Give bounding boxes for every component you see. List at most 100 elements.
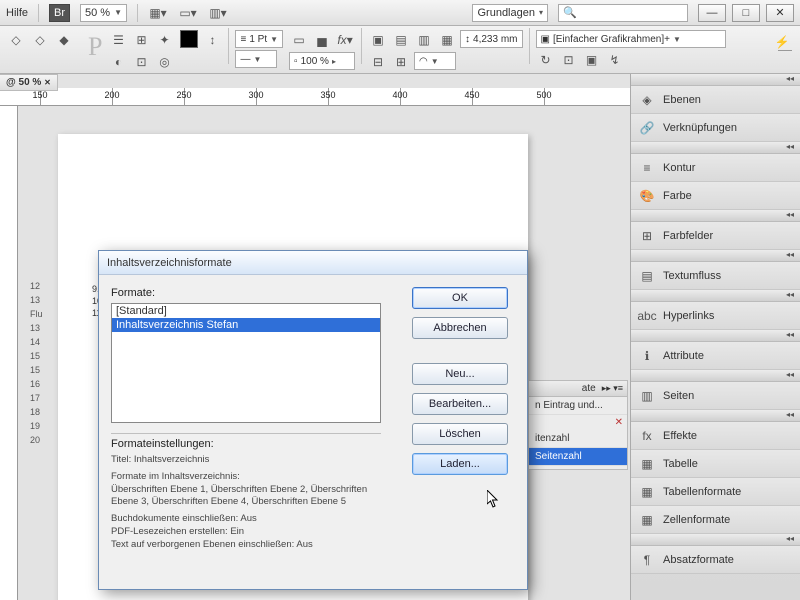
arrange-icon[interactable]: ▥▾ — [208, 3, 228, 23]
panel-row[interactable]: n Eintrag und... — [529, 397, 627, 415]
edit-button[interactable]: Bearbeiten... — [412, 393, 508, 415]
zoom-combo[interactable]: 50 %▼ — [80, 4, 127, 22]
anchor-icon[interactable]: ◇ — [6, 30, 26, 50]
panel-group-header[interactable]: ◂◂ — [631, 142, 800, 154]
bridge-button[interactable]: Br — [49, 4, 70, 22]
align-icon[interactable]: ⊟ — [368, 52, 388, 72]
load-button[interactable]: Laden... — [412, 453, 508, 475]
opacity-input[interactable]: ▫ 100 % ▸ — [289, 52, 355, 70]
panel-item[interactable]: ℹAttribute — [631, 342, 800, 370]
panel-icon: abc — [639, 309, 655, 323]
panel-group-header[interactable]: ◂◂ — [631, 410, 800, 422]
panels-dock: ◂◂ ◈Ebenen🔗Verknüpfungen◂◂≡Kontur🎨Farbe◂… — [630, 74, 800, 600]
tool-icon[interactable]: ▣ — [582, 50, 602, 70]
panel-item[interactable]: fxEffekte — [631, 422, 800, 450]
list-item-selected[interactable]: Inhaltsverzeichnis Stefan — [112, 318, 380, 332]
formats-listbox[interactable]: [Standard] Inhaltsverzeichnis Stefan — [111, 303, 381, 423]
quick-apply-icon[interactable]: ⚡ — [772, 32, 792, 52]
panel-menu-icon[interactable]: ▸▸ ▾≡ — [602, 383, 623, 394]
panel-icon: ▦ — [639, 513, 655, 527]
stroke-style[interactable]: — ▼ — [235, 50, 277, 68]
separator — [361, 28, 362, 64]
stroke-weight-input[interactable]: ≡ 1 Pt▼ — [235, 30, 283, 48]
tool-icon[interactable]: ▅ — [312, 30, 332, 50]
list-item[interactable]: [Standard] — [112, 304, 380, 318]
view-options-icon[interactable]: ▦▾ — [148, 3, 168, 23]
close-button[interactable]: ✕ — [766, 4, 794, 22]
panel-label: Tabellenformate — [663, 486, 741, 498]
panel-item[interactable]: ¶Absatzformate — [631, 546, 800, 574]
maximize-button[interactable]: □ — [732, 4, 760, 22]
anchor-icon[interactable]: ◇ — [30, 30, 50, 50]
panel-icon: ℹ — [639, 349, 655, 363]
align-icon[interactable]: ⊞ — [391, 52, 411, 72]
swap-icon[interactable]: ↕ — [202, 30, 222, 50]
panel-item[interactable]: ⊞Farbfelder — [631, 222, 800, 250]
corner-combo[interactable]: ◠ ▼ — [414, 52, 456, 70]
measurement-input[interactable]: ↕ 4,233 mm — [460, 30, 522, 48]
panel-item[interactable]: ≡Kontur — [631, 154, 800, 182]
panel-group-header[interactable]: ◂◂ — [631, 534, 800, 546]
tool-icon[interactable]: ⊡ — [559, 50, 579, 70]
panel-item[interactable]: 🔗Verknüpfungen — [631, 114, 800, 142]
ok-button[interactable]: OK — [412, 287, 508, 309]
fill-swatch[interactable] — [180, 30, 198, 48]
wrap-icon[interactable]: ▤ — [391, 30, 411, 50]
minimize-button[interactable]: — — [698, 4, 726, 22]
panel-item[interactable]: 🎨Farbe — [631, 182, 800, 210]
panel-item[interactable]: abc Hyperlinks — [631, 302, 800, 330]
wrap-icon[interactable]: ▦ — [437, 30, 457, 50]
zoom-tab[interactable]: @ 50 % ✕ — [0, 74, 58, 91]
delete-icon[interactable]: ✕ — [529, 415, 627, 430]
tool-icon[interactable]: ▭ — [289, 30, 309, 50]
panel-icon: ▥ — [639, 389, 655, 403]
char-icon[interactable]: ☰ — [108, 30, 128, 50]
panel-item[interactable]: ▥Seiten — [631, 382, 800, 410]
dialog-titlebar[interactable]: Inhaltsverzeichnisformate — [99, 251, 527, 275]
settings-paragraph: Buchdokumente einschließen: Aus PDF-Lese… — [111, 513, 381, 551]
panel-icon: 🔗 — [639, 121, 655, 135]
panel-item[interactable]: ▦Tabellenformate — [631, 478, 800, 506]
char-icon[interactable]: ⊞ — [131, 30, 151, 50]
help-menu[interactable]: Hilfe — [6, 7, 28, 19]
panel-row-selected[interactable]: Seitenzahl — [529, 448, 627, 466]
window-buttons: — □ ✕ — [698, 4, 794, 22]
tool-icon[interactable]: ↯ — [605, 50, 625, 70]
panel-item[interactable]: ▤Textumfluss — [631, 262, 800, 290]
panel-icon: ⊞ — [639, 229, 655, 243]
separator — [778, 50, 792, 51]
panel-group-header[interactable]: ◂◂ — [631, 330, 800, 342]
delete-button[interactable]: Löschen — [412, 423, 508, 445]
char-icon[interactable]: ◐ — [108, 52, 128, 72]
panel-label: Effekte — [663, 430, 697, 442]
char-icon[interactable]: ⊡ — [131, 52, 151, 72]
panel-collapse-header[interactable]: ◂◂ — [631, 74, 800, 86]
char-icon[interactable]: ✦ — [154, 30, 174, 50]
fx-icon[interactable]: fx▾ — [335, 30, 355, 50]
workspace-switcher[interactable]: Grundlagen▾ — [472, 4, 548, 22]
chevron-down-icon: ▾ — [539, 8, 543, 17]
anchor-icon[interactable]: ◆ — [54, 30, 74, 50]
search-input[interactable]: 🔍 — [558, 4, 688, 22]
panel-group-header[interactable]: ◂◂ — [631, 370, 800, 382]
panel-row[interactable]: itenzahl — [529, 430, 627, 448]
panel-group-header[interactable]: ◂◂ — [631, 290, 800, 302]
search-icon: 🔍 — [563, 6, 577, 19]
panel-group-header[interactable]: ◂◂ — [631, 210, 800, 222]
tool-icon[interactable]: ↻ — [536, 50, 556, 70]
panel-item[interactable]: ▦Tabelle — [631, 450, 800, 478]
panel-item[interactable]: ▦Zellenformate — [631, 506, 800, 534]
panel-group-header[interactable]: ◂◂ — [631, 250, 800, 262]
wrap-icon[interactable]: ▥ — [414, 30, 434, 50]
settings-title: Titel: Inhaltsverzeichnis — [111, 454, 381, 467]
wrap-icon[interactable]: ▣ — [368, 30, 388, 50]
char-icon[interactable]: ◎ — [154, 52, 174, 72]
paragraph-icon: P — [88, 32, 102, 62]
new-button[interactable]: Neu... — [412, 363, 508, 385]
object-style-combo[interactable]: ▣ [Einfacher Grafikrahmen]+ ▼ — [536, 30, 726, 48]
cancel-button[interactable]: Abbrechen — [412, 317, 508, 339]
top-menubar: Hilfe Br 50 %▼ ▦▾ ▭▾ ▥▾ Grundlagen▾ 🔍 — … — [0, 0, 800, 26]
screen-mode-icon[interactable]: ▭▾ — [178, 3, 198, 23]
panel-label: Hyperlinks — [663, 310, 714, 322]
panel-item[interactable]: ◈Ebenen — [631, 86, 800, 114]
